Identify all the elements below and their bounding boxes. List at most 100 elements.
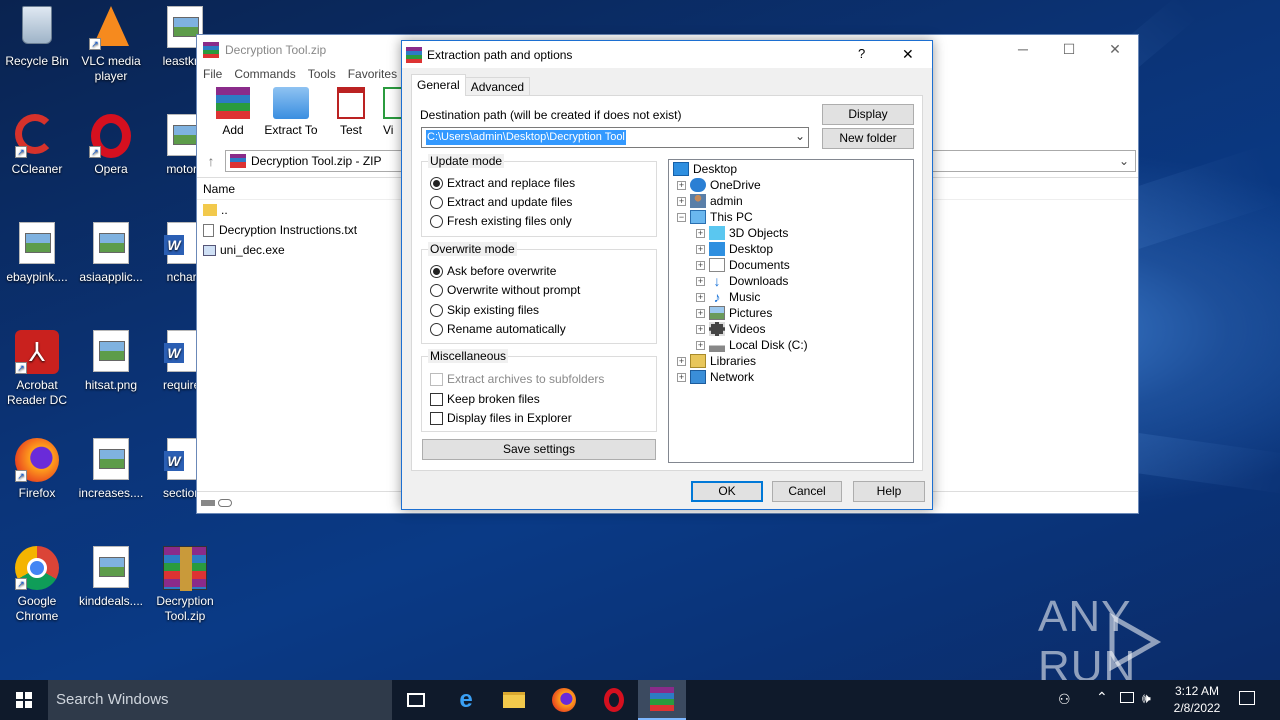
tree-item-admin[interactable]: + admin (677, 194, 743, 208)
display-button[interactable]: Display (822, 104, 914, 125)
desktop-icon-ebaypink[interactable]: ebaypink.... (0, 216, 74, 285)
cancel-button[interactable]: Cancel (772, 481, 842, 502)
radio-extract-update[interactable]: Extract and update files (430, 195, 572, 209)
address-dropdown-icon[interactable]: ⌄ (1119, 154, 1129, 168)
expand-icon[interactable]: + (696, 276, 705, 286)
taskbar-firefox[interactable] (540, 680, 588, 720)
destination-path-combo[interactable]: C:\Users\admin\Desktop\Decryption Tool ⌄ (421, 127, 809, 148)
tab-general[interactable]: General (411, 74, 466, 96)
expand-icon[interactable]: + (696, 324, 705, 334)
menu-tools[interactable]: Tools (308, 67, 336, 81)
clock[interactable]: 3:12 AM 2/8/2022 (1166, 683, 1228, 717)
radio-fresh-existing[interactable]: Fresh existing files only (430, 214, 572, 228)
search-box[interactable]: Search Windows (48, 680, 392, 720)
expand-icon[interactable]: + (677, 356, 686, 366)
checkbox[interactable] (430, 411, 443, 425)
minimize-button[interactable]: ─ (1000, 35, 1046, 63)
help-button[interactable]: ? (858, 46, 865, 61)
desktop-icon-acrobat[interactable]: ⅄ ↗ Acrobat Reader DC (0, 324, 74, 408)
dialog-close-button[interactable]: ✕ (902, 46, 914, 63)
toolbar-view-button[interactable]: Vi (383, 87, 403, 137)
radio-button[interactable] (430, 283, 443, 297)
ok-button[interactable]: OK (691, 481, 763, 502)
tree-item-documents[interactable]: + Documents (696, 258, 790, 272)
taskbar-opera[interactable] (590, 680, 638, 720)
tree-item-music[interactable]: + ♪ Music (696, 290, 760, 304)
tree-item-local-disk[interactable]: + Local Disk (C:) (696, 338, 808, 352)
help-dialog-button[interactable]: Help (853, 481, 925, 502)
desktop-icon-hitsat[interactable]: hitsat.png (74, 324, 148, 393)
radio-overwrite-without-prompt[interactable]: Overwrite without prompt (430, 283, 580, 297)
expand-icon[interactable]: + (696, 260, 705, 270)
new-folder-button[interactable]: New folder (822, 128, 914, 149)
radio-skip-existing[interactable]: Skip existing files (430, 303, 539, 317)
radio-rename-automatically[interactable]: Rename automatically (430, 322, 566, 336)
folder-tree[interactable]: Desktop + OneDrive + admin − This PC +3D Ob… (668, 159, 914, 463)
toolbar-extract-to-button[interactable]: Extract To (263, 87, 319, 137)
close-button[interactable]: ✕ (1092, 35, 1138, 63)
tree-item-3d-objects[interactable]: +3D Objects (696, 226, 788, 240)
tree-item-videos[interactable]: + Videos (696, 322, 765, 336)
expand-icon[interactable]: + (696, 308, 705, 318)
up-arrow-icon[interactable]: ↑ (197, 153, 225, 169)
chevron-up-icon[interactable]: ⌃ (1096, 689, 1108, 706)
collapse-icon[interactable]: − (677, 212, 686, 222)
tree-item-onedrive[interactable]: + OneDrive (677, 178, 761, 192)
expand-icon[interactable]: + (696, 228, 705, 238)
toolbar-add-button[interactable]: Add (213, 87, 253, 137)
destination-path-value[interactable]: C:\Users\admin\Desktop\Decryption Tool (426, 130, 626, 145)
desktop-icon-kinddeals[interactable]: kinddeals.... (74, 540, 148, 609)
radio-button[interactable] (430, 214, 443, 228)
taskbar-file-explorer[interactable] (490, 680, 538, 720)
desktop-icon-increases[interactable]: increases.... (74, 432, 148, 501)
expand-icon[interactable]: + (677, 180, 686, 190)
expand-icon[interactable]: + (677, 372, 686, 382)
people-icon[interactable]: ⚇ (1058, 691, 1071, 708)
tree-item-desktop[interactable]: + Desktop (696, 242, 773, 256)
desktop-icon-asiaapplic[interactable]: asiaapplic... (74, 216, 148, 285)
chevron-down-icon[interactable]: ⌄ (795, 129, 805, 143)
taskbar-winrar[interactable] (638, 680, 686, 720)
tree-item-desktop-root[interactable]: Desktop (673, 162, 737, 176)
tree-item-pictures[interactable]: + Pictures (696, 306, 772, 320)
desktop-icon-firefox[interactable]: ↗ Firefox (0, 432, 74, 501)
radio-extract-replace[interactable]: Extract and replace files (430, 176, 575, 190)
menu-commands[interactable]: Commands (234, 67, 295, 81)
menu-file[interactable]: File (203, 67, 222, 81)
desktop-icon-vlc[interactable]: ↗ VLC media player (74, 0, 148, 84)
tree-item-network[interactable]: + Network (677, 370, 754, 384)
expand-icon[interactable]: + (677, 196, 686, 206)
tab-advanced[interactable]: Advanced (465, 77, 531, 96)
task-view-button[interactable] (392, 680, 440, 720)
save-settings-button[interactable]: Save settings (422, 439, 656, 460)
radio-button[interactable] (430, 195, 443, 209)
volume-icon[interactable]: 🕪 (1142, 690, 1151, 707)
expand-icon[interactable]: + (696, 340, 705, 350)
expand-icon[interactable]: + (696, 292, 705, 302)
onedrive-icon (690, 178, 706, 192)
desktop-icon-opera[interactable]: ↗ Opera (74, 108, 148, 177)
notification-icon[interactable] (1239, 691, 1255, 705)
start-button[interactable] (0, 680, 48, 720)
radio-button[interactable] (430, 176, 443, 190)
tree-item-downloads[interactable]: + ↓ Downloads (696, 274, 788, 288)
maximize-button[interactable]: ☐ (1046, 35, 1092, 63)
radio-button[interactable] (430, 303, 443, 317)
menu-favorites[interactable]: Favorites (348, 67, 397, 81)
radio-button[interactable] (430, 264, 443, 278)
toolbar-test-button[interactable]: Test (331, 87, 371, 137)
desktop-icon-decryption-tool-zip[interactable]: Decryption Tool.zip (148, 540, 222, 624)
checkbox[interactable] (430, 392, 443, 406)
tree-item-libraries[interactable]: + Libraries (677, 354, 756, 368)
taskbar-edge[interactable]: e (442, 680, 490, 720)
desktop-icon-chrome[interactable]: ↗ Google Chrome (0, 540, 74, 624)
desktop-icon-ccleaner[interactable]: ↗ CCleaner (0, 108, 74, 177)
checkbox-keep-broken-files[interactable]: Keep broken files (430, 392, 540, 406)
radio-ask-before-overwrite[interactable]: Ask before overwrite (430, 264, 556, 278)
tree-item-this-pc[interactable]: − This PC (677, 210, 753, 224)
checkbox-display-in-explorer[interactable]: Display files in Explorer (430, 411, 572, 425)
radio-button[interactable] (430, 322, 443, 336)
network-status-icon[interactable] (1120, 692, 1134, 703)
expand-icon[interactable]: + (696, 244, 705, 254)
desktop-icon-recycle-bin[interactable]: Recycle Bin (0, 0, 74, 69)
